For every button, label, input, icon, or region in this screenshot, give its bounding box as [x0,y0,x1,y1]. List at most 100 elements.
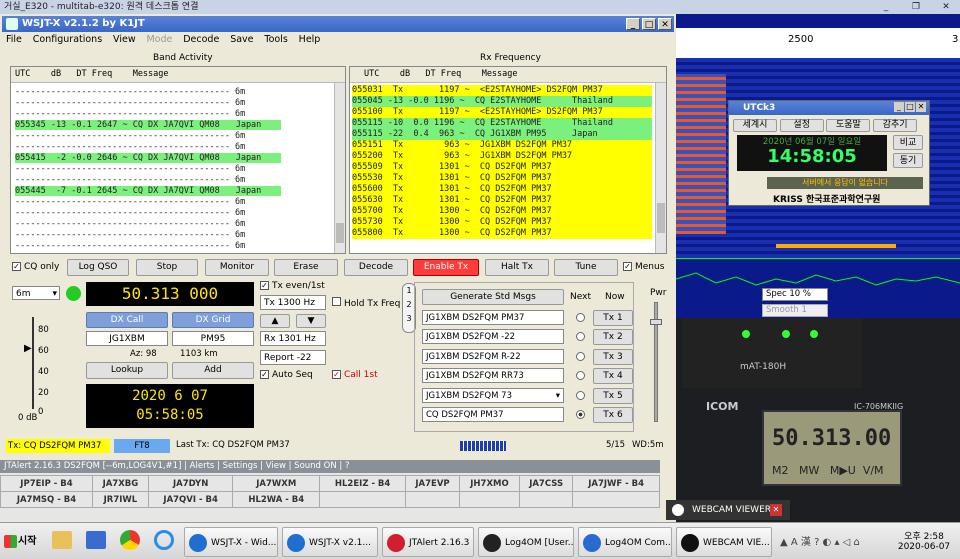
band-activity-line[interactable]: ----------------------------------------… [15,98,345,109]
decode-button[interactable]: Decode [344,259,408,276]
menu-save[interactable]: Save [230,34,253,45]
taskbar-item[interactable]: WEBCAM VIE... [676,527,772,557]
rx-frequency-pane[interactable]: UTC dB DT Freq Message 055031 Tx 1197 ~ … [349,66,667,254]
auto-seq-checkbox[interactable]: ✓ Auto Seq [260,370,313,380]
add-button[interactable]: Add [172,362,254,379]
band-select[interactable]: 6m ▾ [12,286,60,300]
rx-frequency-line[interactable]: 055630 Tx 1301 ~ CQ DS2FQM PM37 [352,195,652,206]
tx1-button[interactable]: Tx 1 [593,310,633,326]
band-activity-line[interactable]: ----------------------------------------… [15,109,345,120]
tx2-button[interactable]: Tx 2 [593,329,633,346]
spec-spinbox[interactable]: Spec 10 % [762,288,828,301]
callsign-cell[interactable]: JH7XMO [458,475,521,492]
tx-message-3[interactable]: JG1XBM DS2FQM R-22 [422,348,564,364]
rx-frequency-line[interactable]: 055509 Tx 1301 ~ CQ DS2FQM PM37 [352,162,652,173]
rx-frequency-line[interactable]: 055530 Tx 1301 ~ CQ DS2FQM PM37 [352,173,652,184]
callsign-cell[interactable] [405,491,460,508]
callsign-cell[interactable]: JA7EVP [405,475,460,492]
rx-frequency-line[interactable]: 055045 -13 -0.0 1196 ~ CQ E2STAYHOME Tha… [352,96,652,107]
callsign-cell[interactable]: JA7JWF - B4 [572,475,660,492]
callsign-cell[interactable] [519,491,574,508]
taskbar-item[interactable]: Log4OM [User... [478,527,574,557]
tx4-button[interactable]: Tx 4 [593,368,633,385]
band-activity-line[interactable]: ----------------------------------------… [15,241,345,252]
next-radio-6[interactable] [576,410,585,419]
callsign-cell[interactable] [319,491,407,508]
tx5-button[interactable]: Tx 5 [593,387,633,404]
rx-frequency-line[interactable]: 055031 Tx 1197 ~ <E2STAYHOME> DS2FQM PM3… [352,85,652,96]
lookup-button[interactable]: Lookup [86,362,168,379]
band-activity-line[interactable]: ----------------------------------------… [15,131,345,142]
next-radio-5[interactable] [576,390,585,400]
band-activity-line[interactable]: ----------------------------------------… [15,87,345,98]
halt-tx-button[interactable]: Halt Tx [485,259,549,276]
taskbar-item[interactable]: WSJT-X - Wid... [184,527,278,557]
folder-icon[interactable] [52,531,72,549]
rx-frequency-line[interactable]: 055115 -10 0.0 1196 ~ CQ E2STAYHOME Thai… [352,118,652,129]
rx-frequency-line[interactable]: 055151 Tx 963 ~ JG1XBM DS2FQM PM37 [352,140,652,151]
hold-tx-freq-checkbox[interactable]: Hold Tx Freq [332,297,400,309]
close-icon[interactable]: ✕ [658,18,672,30]
power-slider[interactable] [650,302,662,422]
tx-even-checkbox[interactable]: ✓ Tx even/1st [260,281,325,291]
arrow-down-button[interactable]: ▼ [296,314,326,328]
stop-button[interactable]: Stop [136,259,198,276]
callsign-cell[interactable]: JP7EIP - B4 [0,475,93,492]
world-time-button[interactable]: 세계시 [733,119,777,132]
smooth-spinbox[interactable]: Smooth 1 [762,304,828,317]
rx-frequency-line[interactable]: 055115 -22 0.4 963 ~ CQ JG1XBM PM95 Japa… [352,129,652,140]
scrollbar-thumb[interactable] [657,203,665,233]
callsign-cell[interactable]: JR7IWL [91,491,149,508]
scrollbar-thumb[interactable] [336,223,344,243]
rx-frequency-line[interactable]: 055700 Tx 1300 ~ CQ DS2FQM PM37 [352,206,652,217]
compare-button[interactable]: 비교 [893,135,923,150]
taskbar-item[interactable]: Log4OM Com... [578,527,672,557]
tx-message-4[interactable]: JG1XBM DS2FQM RR73 [422,368,564,384]
tray-clock[interactable]: 오후 2:58 2020-06-07 [894,529,954,552]
rx-frequency-line[interactable]: 055800 Tx 1300 ~ CQ DS2FQM PM37 [352,228,652,239]
callsign-cell[interactable]: JA7CSS [519,475,574,492]
start-button[interactable]: 시작 [2,528,42,556]
scrollbar[interactable] [334,83,345,253]
menu-tools[interactable]: Tools [264,34,287,45]
rx-frequency-line[interactable]: 055600 Tx 1301 ~ CQ DS2FQM PM37 [352,184,652,195]
minimize-icon[interactable]: _ [626,18,640,30]
taskbar-item[interactable]: JTAlert 2.16.3 ... [382,527,474,557]
band-activity-line[interactable]: ----------------------------------------… [15,142,345,153]
report-spinbox[interactable]: Report -22 [260,350,326,365]
callsign-cell[interactable]: JA7DYN [147,475,234,492]
next-radio-3[interactable] [576,351,585,361]
tx-message-2[interactable]: JG1XBM DS2FQM -22 [422,329,564,345]
network-icon[interactable] [86,531,106,549]
maximize-icon[interactable]: □ [642,18,656,30]
tune-button[interactable]: Tune [554,259,618,276]
rx-frequency-line[interactable]: 055200 Tx 963 ~ JG1XBM DS2FQM PM37 [352,151,652,162]
tx-message-6[interactable]: CQ DS2FQM PM37 [422,407,564,422]
cq-only-checkbox[interactable]: ✓ CQ only [12,262,59,272]
help-button[interactable]: 도움말 [826,119,871,132]
band-activity-line[interactable]: ----------------------------------------… [15,230,345,241]
tx-message-5[interactable]: JG1XBM DS2FQM 73 ▾ [422,387,564,403]
callsign-cell[interactable]: JA7XBG [91,475,149,492]
tx-message-1[interactable]: JG1XBM DS2FQM PM37 [422,310,564,325]
callsign-cell[interactable]: HL2WA - B4 [232,491,321,508]
monitor-button[interactable]: Monitor [205,259,269,276]
callsign-cell[interactable]: JA7WXM [232,475,321,492]
band-activity-line[interactable]: 055415 -2 -0.0 2646 ~ CQ DX JA7QVI QM08 J… [15,153,345,164]
band-activity-line[interactable]: ----------------------------------------… [15,175,345,186]
band-activity-line[interactable]: ----------------------------------------… [15,164,345,175]
arrow-up-button[interactable]: ▲ [260,314,290,328]
band-activity-line[interactable]: 055445 -7 -0.1 2645 ~ CQ DX JA7QVI QM08 J… [15,186,345,197]
rx-frequency-line[interactable]: 055100 Tx 1197 ~ <E2STAYHOME> DS2FQM PM3… [352,107,652,118]
chrome-icon[interactable] [120,530,140,550]
callsign-cell[interactable]: JA7MSQ - B4 [0,491,93,508]
minimize-icon[interactable]: _ [872,0,900,14]
taskbar-item[interactable]: WSJT-X v2.1... [282,527,378,557]
band-activity-line[interactable]: ----------------------------------------… [15,208,345,219]
power-slider-handle[interactable] [650,319,662,325]
menu-file[interactable]: File [6,34,22,45]
callsign-cell[interactable] [572,491,660,508]
menu-configurations[interactable]: Configurations [33,34,102,45]
band-activity-pane[interactable]: UTC dB DT Freq Message -----------------… [10,66,346,254]
enable-tx-button[interactable]: Enable Tx [413,259,479,276]
